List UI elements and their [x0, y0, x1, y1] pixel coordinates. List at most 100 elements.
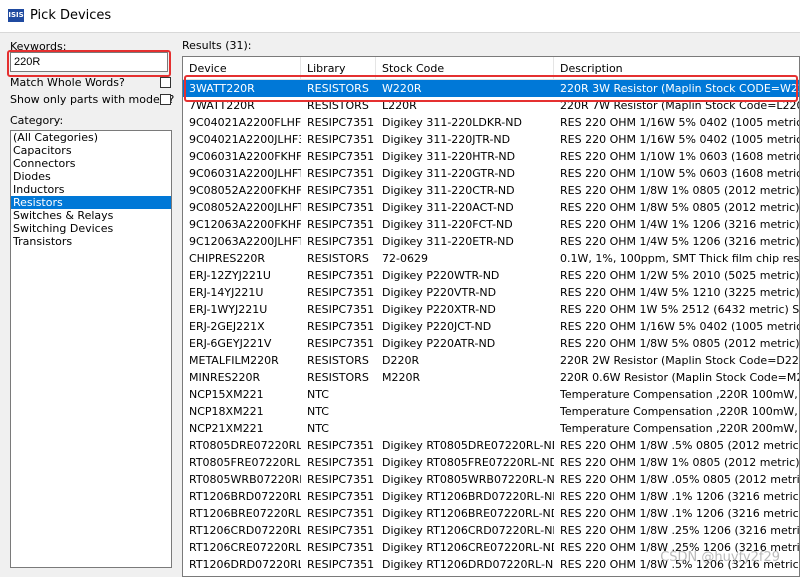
- cell-library: RESIPC7351: [307, 201, 375, 214]
- cell-description: Temperature Compensation ,220R 100mW, 04…: [560, 388, 799, 401]
- table-row[interactable]: 9C08052A2200JLHFT RESIPC7351 Digikey 311-2…: [183, 199, 799, 216]
- watermark: CSDN @huyfy2f29: [660, 550, 780, 565]
- cell-description: RES 220 OHM 1/8W 5% 0805 (2012 metric) S…: [560, 337, 800, 350]
- table-row[interactable]: 9C06031A2200FKHFT RESIPC7351 Digikey 311-2…: [183, 148, 799, 165]
- cell-stock-code: Digikey 311-220LDKR-ND: [382, 116, 522, 129]
- cell-stock-code: Digikey 311-220FCT-ND: [382, 218, 513, 231]
- category-item[interactable]: Switches & Relays: [11, 209, 171, 222]
- cell-device: 9C04021A2200FLHF3: [189, 116, 301, 129]
- table-row[interactable]: NCP15XM221 NTC Temperature Compensation ,2…: [183, 386, 799, 403]
- category-list[interactable]: (All Categories) Capacitors Connectors Diod…: [10, 130, 172, 568]
- category-item[interactable]: Switching Devices: [11, 222, 171, 235]
- category-item[interactable]: (All Categories): [11, 131, 171, 144]
- table-row[interactable]: 9C04021A2200JLHF3 RESIPC7351 Digikey 311-2…: [183, 131, 799, 148]
- category-item[interactable]: Inductors: [11, 183, 171, 196]
- cell-stock-code: Digikey RT1206DRD07220RL-ND: [382, 558, 554, 571]
- table-row[interactable]: ERJ-2GEJ221X RESIPC7351 Digikey P220JCT-ND…: [183, 318, 799, 335]
- cell-stock-code: Digikey 311-220CTR-ND: [382, 184, 515, 197]
- table-row[interactable]: METALFILM220R RESISTORS D220R 220R 2W Resis…: [183, 352, 799, 369]
- cell-library: RESISTORS: [307, 252, 369, 265]
- cell-stock-code: Digikey P220VTR-ND: [382, 286, 497, 299]
- table-row[interactable]: MINRES220R RESISTORS M220R 220R 0.6W Resist…: [183, 369, 799, 386]
- cell-device: NCP21XM221: [189, 422, 264, 435]
- category-item[interactable]: Transistors: [11, 235, 171, 248]
- cell-description: RES 220 OHM 1/4W 1% 1206 (3216 metric) S…: [560, 218, 800, 231]
- cell-stock-code: Digikey 311-220ETR-ND: [382, 235, 514, 248]
- results-table[interactable]: Device Library Stock Code Description 3W…: [182, 56, 800, 577]
- table-row[interactable]: 9C12063A2200FKHFT RESIPC7351 Digikey 311-2…: [183, 216, 800, 233]
- cell-stock-code: Digikey 311-220GTR-ND: [382, 167, 515, 180]
- cell-description: Temperature Compensation ,220R 100mW, 06…: [560, 405, 799, 418]
- cell-device: ERJ-6GEYJ221V: [189, 337, 272, 350]
- table-row[interactable]: RT1206CRD07220RL RESIPC7351 Digikey RT1206…: [183, 522, 800, 539]
- cell-description: RES 220 OHM 1/2W 5% 2010 (5025 metric) S…: [560, 269, 800, 282]
- table-row[interactable]: RT1206BRE07220RL RESIPC7351 Digikey RT1206…: [183, 505, 800, 522]
- table-row[interactable]: 9C04021A2200FLHF3 RESIPC7351 Digikey 311-2…: [183, 114, 799, 131]
- cell-stock-code: Digikey P220WTR-ND: [382, 269, 500, 282]
- cell-device: RT1206CRD07220RL: [189, 524, 301, 537]
- cell-stock-code: Digikey RT0805FRE07220RL-ND: [382, 456, 554, 469]
- table-row[interactable]: RT0805FRE07220RL RESIPC7351 Digikey RT0805…: [183, 454, 800, 471]
- cell-description: RES 220 OHM 1/8W .1% 1206 (3216 metric) …: [560, 490, 800, 503]
- cell-device: METALFILM220R: [189, 354, 279, 367]
- cell-library: RESIPC7351: [307, 133, 375, 146]
- category-item[interactable]: Diodes: [11, 170, 171, 183]
- cell-description: RES 220 OHM 1/8W 1% 0805 (2012 metric) S…: [560, 456, 800, 469]
- cell-device: ERJ-1WYJ221U: [189, 303, 268, 316]
- cell-stock-code: Digikey 311-220ACT-ND: [382, 201, 514, 214]
- cell-library: RESIPC7351: [307, 524, 375, 537]
- table-row[interactable]: ERJ-6GEYJ221V RESIPC7351 Digikey P220ATR-N…: [183, 335, 800, 352]
- cell-library: RESISTORS: [307, 354, 369, 367]
- table-row[interactable]: 9C08052A2200FKHFT RESIPC7351 Digikey 311-2…: [183, 182, 799, 199]
- table-row[interactable]: 9C06031A2200JLHFT RESIPC7351 Digikey 311-2…: [183, 165, 799, 182]
- cell-stock-code: Digikey 311-220JTR-ND: [382, 133, 511, 146]
- selected-row-highlight-box: [184, 75, 798, 102]
- cell-library: RESIPC7351: [307, 439, 375, 452]
- cell-description: Temperature Compensation ,220R 200mW, 08…: [560, 422, 799, 435]
- cell-description: RES 220 OHM 1W 5% 2512 (6432 metric) SMD: [560, 303, 800, 316]
- cell-device: RT1206CRE07220RL: [189, 541, 301, 554]
- cell-library: RESIPC7351: [307, 116, 375, 129]
- cell-library: RESIPC7351: [307, 337, 375, 350]
- table-row[interactable]: CHIPRES220R RESISTORS 72-0629 0.1W, 1%, 100…: [183, 250, 799, 267]
- cell-stock-code: Digikey P220ATR-ND: [382, 337, 496, 350]
- cell-stock-code: Digikey RT0805DRE07220RL-ND: [382, 439, 554, 452]
- table-body: 3WATT220R RESISTORS W220R 220R 3W Resistor …: [183, 80, 800, 573]
- cell-library: NTC: [307, 405, 329, 418]
- table-row[interactable]: ERJ-1WYJ221U RESIPC7351 Digikey P220XTR-ND…: [183, 301, 800, 318]
- table-row[interactable]: RT1206BRD07220RL RESIPC7351 Digikey RT1206…: [183, 488, 800, 505]
- cell-device: RT1206BRD07220RL: [189, 490, 301, 503]
- cell-stock-code: Digikey RT1206BRE07220RL-ND: [382, 507, 554, 520]
- table-row[interactable]: ERJ-14YJ221U RESIPC7351 Digikey P220VTR-ND…: [183, 284, 799, 301]
- cell-library: RESIPC7351: [307, 269, 375, 282]
- cell-library: RESIPC7351: [307, 218, 375, 231]
- table-row[interactable]: 9C12063A2200JLHFT RESIPC7351 Digikey 311-2…: [183, 233, 800, 250]
- cell-device: ERJ-14YJ221U: [189, 286, 264, 299]
- cell-description: RES 220 OHM 1/4W 5% 1206 (3216 metric) S…: [560, 235, 800, 248]
- cell-library: RESIPC7351: [307, 558, 375, 571]
- category-item[interactable]: Capacitors: [11, 144, 171, 157]
- cell-description: 220R 0.6W Resistor (Maplin Stock Code=M2…: [560, 371, 799, 384]
- table-row[interactable]: ERJ-12ZYJ221U RESIPC7351 Digikey P220WTR-N…: [183, 267, 800, 284]
- table-row[interactable]: NCP21XM221 NTC Temperature Compensation ,2…: [183, 420, 799, 437]
- table-row[interactable]: RT0805DRE07220RL RESIPC7351 Digikey RT0805…: [183, 437, 799, 454]
- cell-description: RES 220 OHM 1/8W .1% 1206 (3216 metric) …: [560, 507, 800, 520]
- cell-library: RESIPC7351: [307, 167, 375, 180]
- cell-device: CHIPRES220R: [189, 252, 266, 265]
- cell-description: RES 220 OHM 1/8W .25% 1206 (3216 metric)…: [560, 524, 800, 537]
- category-item[interactable]: Resistors: [11, 196, 171, 209]
- cell-stock-code: Digikey P220JCT-ND: [382, 320, 492, 333]
- cell-device: 9C06031A2200JLHFT: [189, 167, 301, 180]
- cell-stock-code: Digikey RT0805WRB07220RL-ND: [382, 473, 554, 486]
- show-models-checkbox[interactable]: [160, 94, 171, 105]
- cell-stock-code: 72-0629: [382, 252, 428, 265]
- table-row[interactable]: NCP18XM221 NTC Temperature Compensation ,2…: [183, 403, 799, 420]
- category-item[interactable]: Connectors: [11, 157, 171, 170]
- table-row[interactable]: RT0805WRB07220RL RESIPC7351 Digikey RT0805…: [183, 471, 799, 488]
- match-whole-words-checkbox[interactable]: [160, 77, 171, 88]
- cell-device: RT0805WRB07220RL: [189, 473, 301, 486]
- cell-device: 9C12063A2200FKHFT: [189, 218, 301, 231]
- window-title: Pick Devices: [30, 8, 112, 23]
- cell-library: RESISTORS: [307, 371, 369, 384]
- cell-description: RES 220 OHM 1/16W 5% 0402 (1005 metric) …: [560, 116, 799, 129]
